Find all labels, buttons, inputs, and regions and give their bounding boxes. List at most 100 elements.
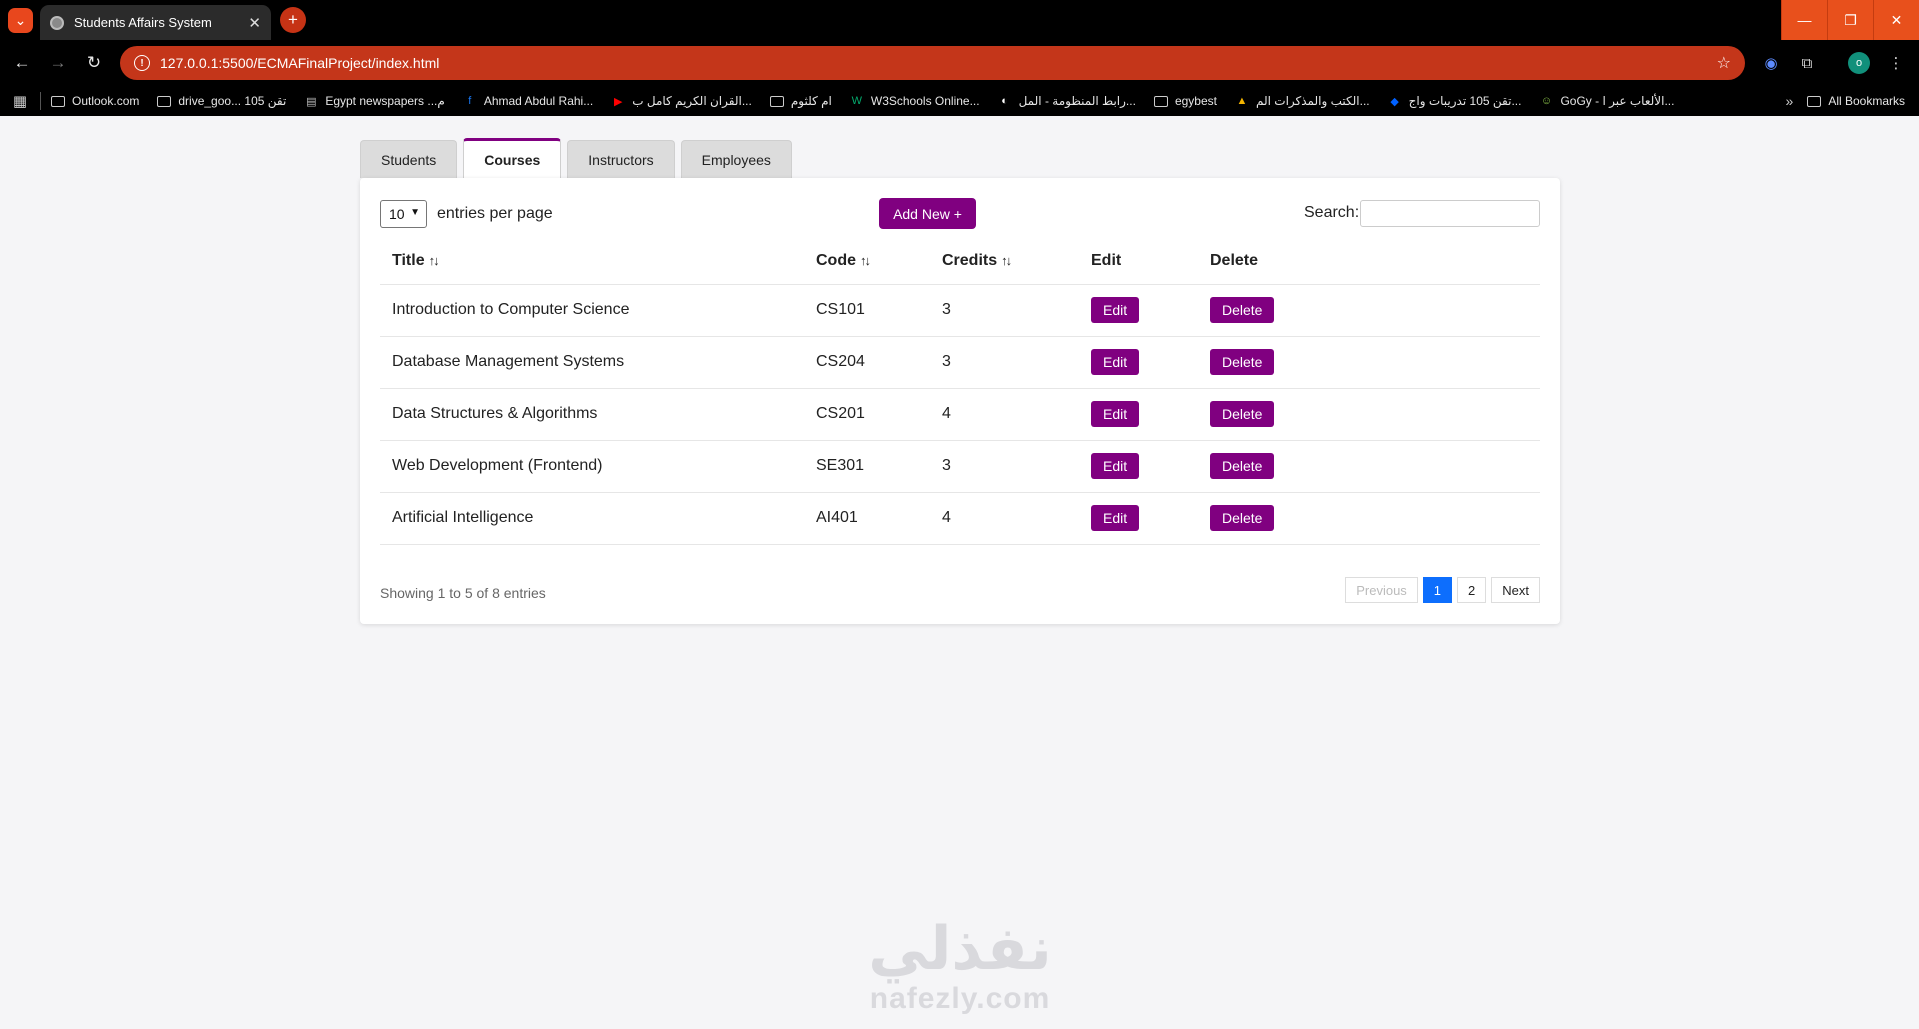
edit-button[interactable]: Edit <box>1091 297 1140 323</box>
table-row: Web Development (Frontend) SE301 3 Edit Dele… <box>380 439 1540 492</box>
address-url[interactable]: 127.0.0.1:5500/ECMAFinalProject/index.ht… <box>160 55 1717 71</box>
edit-button[interactable]: Edit <box>1091 349 1140 375</box>
profile-avatar[interactable]: o <box>1848 52 1870 74</box>
edit-button[interactable]: Edit <box>1091 401 1140 427</box>
bookmark-item[interactable]: ▶ القران الكريم كامل ب... <box>611 94 752 108</box>
all-bookmarks[interactable]: All Bookmarks <box>1807 94 1905 108</box>
sort-arrows-icon[interactable]: ↑↓ <box>860 253 871 268</box>
entries-select-value: 10 <box>389 206 405 222</box>
table-row: Artificial Intelligence AI401 4 Edit Delete <box>380 491 1540 545</box>
bookmark-item[interactable]: drive_goo... تقن 105 <box>157 94 286 108</box>
apps-grid-icon[interactable]: ▦ <box>0 92 40 110</box>
bookmark-label: egybest <box>1174 94 1217 108</box>
folder-icon <box>1807 95 1822 107</box>
previous-page-button[interactable]: Previous <box>1345 577 1418 603</box>
header-title[interactable]: Title ↑↓ <box>380 238 804 284</box>
forward-arrow-icon[interactable]: → <box>46 51 70 75</box>
tab-employees[interactable]: Employees <box>680 140 792 178</box>
sort-arrows-icon[interactable]: ↑↓ <box>1001 253 1012 268</box>
puzzle-extensions-icon[interactable]: ⧉ <box>1796 52 1818 74</box>
globe-favicon-icon <box>50 15 64 30</box>
dropbox-icon: ◆ <box>1390 95 1399 108</box>
entries-per-page-select[interactable]: 10 ▼ <box>380 200 427 228</box>
edit-button[interactable]: Edit <box>1091 453 1140 479</box>
search-input[interactable] <box>1360 200 1540 227</box>
cell-title: Web Development (Frontend) <box>380 439 804 492</box>
folder-icon <box>769 95 784 107</box>
close-tab-icon[interactable]: ✕ <box>248 14 261 32</box>
header-title-label: Title <box>392 251 425 269</box>
cell-code: CS101 <box>804 283 930 336</box>
next-page-button[interactable]: Next <box>1491 577 1540 603</box>
page-2-button[interactable]: 2 <box>1457 577 1487 603</box>
tab-instructors[interactable]: Instructors <box>567 140 675 178</box>
bookmark-label: تقن 105 تدريبات واج... <box>1408 94 1522 108</box>
bookmark-label: الكتب والمذكرات الم... <box>1255 94 1370 108</box>
tab-courses[interactable]: Courses <box>463 138 562 178</box>
cell-credits: 4 <box>930 387 1079 440</box>
bookmark-item[interactable]: ▲ الكتب والمذكرات الم... <box>1235 94 1370 108</box>
header-code[interactable]: Code ↑↓ <box>804 238 930 284</box>
address-bar[interactable]: ! 127.0.0.1:5500/ECMAFinalProject/index.… <box>120 46 1745 80</box>
bookmark-label: Ahmad Abdul Rahi... <box>483 94 594 108</box>
folder-icon <box>157 95 172 107</box>
cell-title: Introduction to Computer Science <box>380 283 804 336</box>
cell-edit: Edit <box>1079 283 1198 336</box>
add-new-button[interactable]: Add New + <box>879 198 976 229</box>
nafezly-watermark-logo: نفذلي nafezly.com <box>845 916 1075 1016</box>
delete-button[interactable]: Delete <box>1210 505 1275 531</box>
showing-entries-info: Showing 1 to 5 of 8 entries <box>380 585 546 601</box>
cell-title: Artificial Intelligence <box>380 491 804 545</box>
delete-button[interactable]: Delete <box>1210 349 1275 375</box>
cell-credits: 3 <box>930 283 1079 336</box>
cell-edit: Edit <box>1079 387 1198 440</box>
bookmark-label: Egypt newspapers ...م <box>325 94 445 108</box>
minimize-icon[interactable]: — <box>1781 0 1827 40</box>
delete-button[interactable]: Delete <box>1210 297 1275 323</box>
bookmark-item[interactable]: ◐ رابط المنظومة - المل... <box>998 94 1136 108</box>
more-bookmarks-chevron-icon[interactable]: » <box>1786 93 1794 109</box>
bookmark-item[interactable]: W W3Schools Online... <box>850 94 980 108</box>
site-info-icon[interactable]: ! <box>134 55 150 71</box>
new-tab-plus-icon[interactable]: + <box>280 7 306 33</box>
cell-code: AI401 <box>804 491 930 545</box>
sort-arrows-icon[interactable]: ↑↓ <box>429 253 440 268</box>
cell-credits: 3 <box>930 439 1079 492</box>
kebab-menu-icon[interactable]: ⋮ <box>1885 52 1907 74</box>
cell-title: Database Management Systems <box>380 335 804 388</box>
courses-card: 10 ▼ entries per page Add New + Search: … <box>360 178 1560 624</box>
back-arrow-icon[interactable]: ← <box>10 51 34 75</box>
reload-icon[interactable]: ↻ <box>82 51 106 75</box>
bookmark-item[interactable]: egybest <box>1153 94 1217 108</box>
header-delete: Delete <box>1210 251 1259 269</box>
tab-students[interactable]: Students <box>360 140 458 178</box>
browser-tab[interactable]: Students Affairs System ✕ <box>40 5 271 40</box>
bookmark-item[interactable]: ام كلثوم <box>769 94 832 108</box>
page-1-button[interactable]: 1 <box>1422 577 1453 603</box>
close-window-icon[interactable]: ✕ <box>1873 0 1919 40</box>
bookmark-item[interactable]: f Ahmad Abdul Rahi... <box>463 94 593 108</box>
edit-button[interactable]: Edit <box>1091 505 1140 531</box>
youtube-icon: ▶ <box>614 95 623 108</box>
restore-icon[interactable]: ❐ <box>1827 0 1873 40</box>
table-row: Introduction to Computer Science CS101 3 Ed… <box>380 283 1540 336</box>
header-credits[interactable]: Credits ↑↓ <box>930 238 1079 284</box>
cell-code: SE301 <box>804 439 930 492</box>
newspaper-icon: ▤ <box>306 95 317 108</box>
extension-circle-icon[interactable]: ◉ <box>1760 52 1782 74</box>
page-content: Students Courses Instructors Employees 10 ▼… <box>0 116 1919 1029</box>
folder-icon <box>1153 95 1168 107</box>
bookmark-item[interactable]: Outlook.com <box>51 94 139 108</box>
header-code-label: Code <box>816 251 856 269</box>
delete-button[interactable]: Delete <box>1210 401 1275 427</box>
bookmark-star-icon[interactable]: ☆ <box>1717 53 1731 73</box>
cell-delete: Delete <box>1198 387 1540 440</box>
delete-button[interactable]: Delete <box>1210 453 1275 479</box>
bookmark-item[interactable]: ☺ GoGy - الألعاب عبر ا... <box>1539 94 1675 108</box>
browser-menu-chevron-icon[interactable]: ⌄ <box>8 8 33 33</box>
section-tabs: Students Courses Instructors Employees <box>360 138 798 178</box>
bookmark-item[interactable]: ▤ Egypt newspapers ...م <box>304 94 445 108</box>
w3schools-icon: W <box>851 95 863 107</box>
bookmark-list: Outlook.com drive_goo... تقن 105 ▤ Egypt ne… <box>51 94 1692 108</box>
bookmark-item[interactable]: ◆ تقن 105 تدريبات واج... <box>1388 94 1522 108</box>
